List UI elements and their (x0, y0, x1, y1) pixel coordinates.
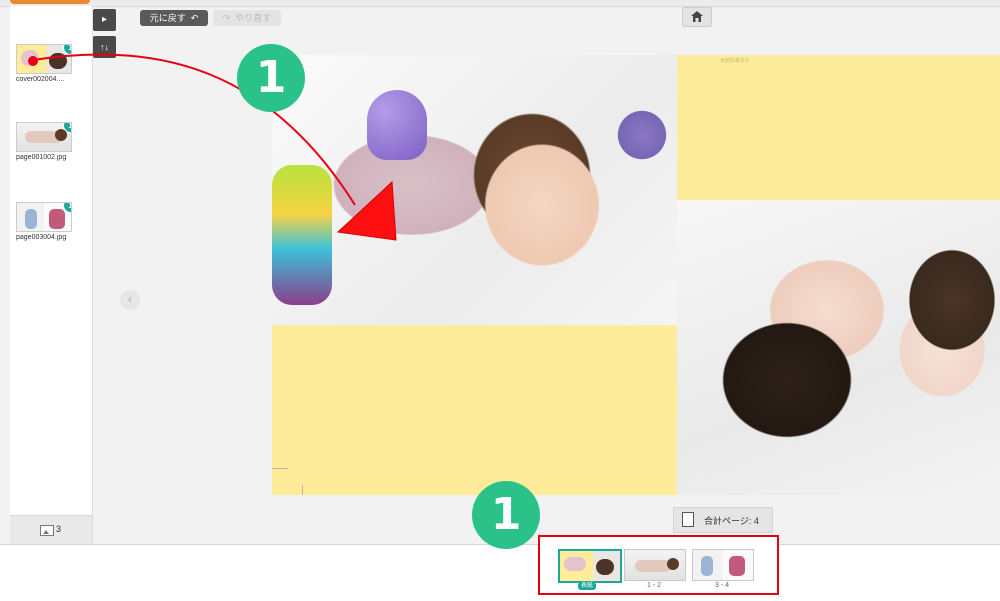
page-thumb-1-2[interactable] (624, 549, 686, 581)
undo-icon: ↶ (188, 13, 199, 23)
baby-photo-frame[interactable] (272, 55, 677, 325)
photo-filename: page003004.jpg (16, 234, 67, 241)
page-thumb-cover[interactable] (558, 549, 622, 583)
top-strip (0, 0, 1000, 7)
page-navigator-highlight: 表紙 1 - 2 3 - 4 (538, 535, 779, 595)
photo-detail (367, 90, 427, 160)
home-icon (691, 11, 703, 22)
sidebar-photo-cover[interactable]: 1 cover002004.... (16, 44, 86, 83)
page-thumb-label: 1 - 2 (646, 582, 661, 589)
page-thumb-3-4[interactable] (692, 549, 754, 581)
previous-page-button[interactable]: ‹ (120, 290, 140, 310)
total-pages-indicator: 合計ページ: 4 (673, 507, 773, 533)
photo-thumbnail[interactable]: 1 (16, 44, 72, 74)
photo-filename: cover002004.... (16, 76, 65, 83)
top-menu-tab[interactable] (10, 0, 90, 4)
photo-sidebar: 1 cover002004.... 1 page001002.jpg 1 pag… (10, 6, 93, 544)
photo-count-footer: 3 (10, 515, 92, 544)
photo-detail (272, 165, 332, 305)
chevron-left-icon: ‹ (128, 292, 132, 306)
left-page[interactable] (272, 55, 677, 495)
image-icon (40, 525, 54, 536)
expand-panel-button[interactable]: ▸ (93, 9, 116, 31)
play-icon: ▸ (101, 14, 108, 25)
page-caption[interactable]: 大切なあなた (720, 57, 750, 64)
cover-tag: 表紙 (578, 582, 596, 590)
mother-child-photo-frame[interactable] (677, 200, 1000, 495)
sort-icon: ↑↓ (100, 42, 109, 52)
home-button[interactable] (682, 7, 712, 27)
crop-mark (302, 485, 303, 495)
photo-thumbnail[interactable]: 1 (16, 122, 72, 152)
redo-label: やり直す (235, 13, 272, 23)
pages-icon (679, 512, 694, 531)
redo-icon: ↷ (222, 13, 233, 23)
photo-total-count: 3 (56, 524, 62, 534)
step-marker-top: 1 (237, 44, 305, 112)
photo-filename: page001002.jpg (16, 154, 67, 161)
bottom-page-bar (0, 544, 1000, 601)
page-thumb-label: 3 - 4 (714, 582, 729, 589)
album-spread-canvas[interactable]: 大切なあなた (272, 55, 1000, 495)
undo-button[interactable]: 元に戻す ↶ (140, 10, 208, 26)
undo-label: 元に戻す (149, 13, 186, 23)
usage-count-badge: 1 (63, 45, 71, 55)
photo-thumbnail[interactable]: 1 (16, 202, 72, 232)
sidebar-photo-page003004[interactable]: 1 page003004.jpg (16, 202, 86, 241)
sort-button[interactable]: ↑↓ (93, 36, 116, 58)
redo-button[interactable]: ↷ やり直す (213, 10, 281, 26)
total-pages-text: 合計ページ: 4 (704, 516, 759, 526)
step-marker-bottom: 1 (472, 481, 540, 549)
crop-mark (272, 468, 288, 469)
sidebar-photo-page001002[interactable]: 1 page001002.jpg (16, 122, 86, 161)
right-page[interactable]: 大切なあなた (677, 55, 1000, 495)
